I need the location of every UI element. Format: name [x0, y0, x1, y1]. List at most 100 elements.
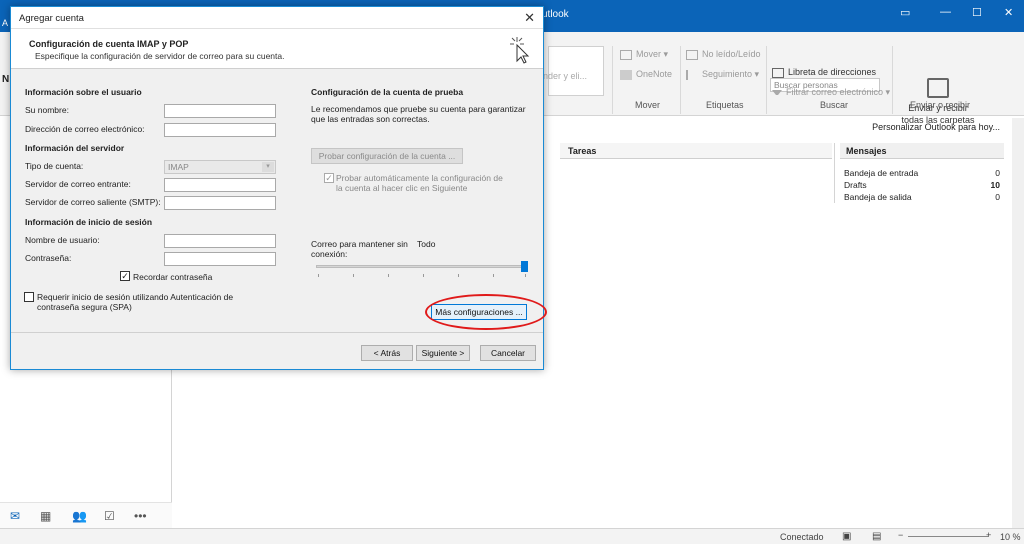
- offline-mail-label-line2: conexión:: [311, 249, 348, 259]
- address-book-icon: [772, 67, 784, 78]
- slider-tick: [525, 274, 526, 277]
- remember-password-label: Recordar contraseña: [133, 272, 213, 282]
- section-login-info: Información de inicio de sesión: [25, 217, 153, 227]
- incoming-server-label: Servidor de correo entrante:: [25, 179, 131, 189]
- ribbon-tags-group: No leído/Leído Seguimiento ▾: [686, 44, 761, 84]
- tasks-panel-header: Tareas: [560, 143, 832, 159]
- calendar-icon[interactable]: ▦: [40, 509, 51, 523]
- slider-tick: [388, 274, 389, 277]
- ribbon-mover-group: Mover ▾ OneNote: [620, 44, 672, 84]
- messages-list: Bandeja de entrada 0 Drafts 10 Bandeja de …: [840, 167, 1004, 203]
- dialog-header: Configuración de cuenta IMAP y POP Espec…: [11, 29, 543, 69]
- slider-tick: [353, 274, 354, 277]
- group-label-buscar: Buscar: [820, 100, 849, 110]
- cursor-click-icon: [510, 37, 530, 64]
- zoom-out-icon[interactable]: −: [898, 530, 903, 540]
- group-label-mover: Mover: [635, 100, 661, 110]
- chevron-down-icon: ▾: [262, 162, 274, 172]
- spa-label-line1: Requerir inicio de sesión utilizando Aut…: [37, 292, 234, 302]
- offline-mail-slider[interactable]: [316, 265, 528, 268]
- cancel-button[interactable]: Cancelar: [480, 345, 536, 361]
- followup-button[interactable]: Seguimiento ▾: [686, 64, 761, 84]
- spa-checkbox[interactable]: [24, 292, 34, 302]
- auto-test-label-line1: Probar automáticamente la configuración …: [336, 173, 503, 183]
- auto-test-checkbox[interactable]: ✓: [324, 173, 334, 183]
- group-label-etiquetas: Etiquetas: [706, 100, 744, 110]
- maximize-icon[interactable]: ☐: [972, 6, 982, 19]
- dialog-footer-divider: [11, 332, 543, 333]
- status-bar: Conectado ▣ ▤ − + 10 %: [0, 528, 1024, 544]
- account-type-select[interactable]: IMAP ▾: [164, 160, 276, 174]
- zoom-level: 10 %: [1000, 532, 1021, 542]
- more-options-icon[interactable]: •••: [134, 509, 147, 523]
- reply-delete-label: onder y eli...: [538, 71, 588, 81]
- onenote-button[interactable]: OneNote: [620, 64, 672, 84]
- navigation-bar: ✉ ▦ 👥 ☑ •••: [0, 502, 172, 528]
- mail-icon[interactable]: ✉: [10, 509, 20, 523]
- list-item[interactable]: Bandeja de salida 0: [840, 191, 1004, 203]
- username-field[interactable]: [164, 234, 276, 248]
- outgoing-server-label: Servidor de correo saliente (SMTP):: [25, 197, 161, 207]
- tasks-icon[interactable]: ☑: [104, 509, 115, 523]
- email-field[interactable]: [164, 123, 276, 137]
- mover-button[interactable]: Mover ▾: [620, 44, 672, 64]
- auto-test-label-line2: la cuenta al hacer clic en Siguiente: [336, 183, 468, 193]
- minimize-icon[interactable]: —: [940, 6, 951, 18]
- ribbon-separator: [680, 46, 681, 114]
- password-label: Contraseña:: [25, 253, 72, 263]
- ribbon-separator: [766, 46, 767, 114]
- ribbon-separator: [612, 46, 613, 114]
- highlight-ellipse: [425, 294, 547, 330]
- address-book-button[interactable]: Libreta de direcciones: [772, 62, 890, 82]
- incoming-server-field[interactable]: [164, 178, 276, 192]
- close-icon[interactable]: ✕: [524, 10, 535, 26]
- email-label: Dirección de correo electrónico:: [25, 124, 145, 134]
- offline-mail-slider-thumb[interactable]: [521, 261, 528, 272]
- move-icon: [620, 49, 632, 60]
- test-account-button[interactable]: Probar configuración de la cuenta ...: [311, 148, 463, 164]
- folder-pane-letter: N: [2, 74, 10, 85]
- test-description-line1: Le recomendamos que pruebe su cuenta par…: [311, 104, 526, 114]
- zoom-in-icon[interactable]: +: [986, 530, 991, 540]
- remember-password-checkbox[interactable]: ✓: [120, 271, 130, 281]
- slider-tick: [493, 274, 494, 277]
- account-type-label: Tipo de cuenta:: [25, 161, 84, 171]
- list-item[interactable]: Bandeja de entrada 0: [840, 167, 1004, 179]
- close-icon[interactable]: ✕: [1004, 6, 1013, 19]
- normal-view-icon[interactable]: ▣: [842, 531, 851, 542]
- back-button[interactable]: < Atrás: [361, 345, 413, 361]
- test-description-line2: que las entradas son correctas.: [311, 114, 430, 124]
- panel-divider: [834, 143, 835, 203]
- slider-tick: [318, 274, 319, 277]
- zoom-slider[interactable]: [908, 536, 988, 537]
- list-item[interactable]: Drafts 10: [840, 179, 1004, 191]
- offline-mail-label-line1: Correo para mantener sin: [311, 239, 408, 249]
- vertical-scrollbar[interactable]: [1012, 118, 1024, 528]
- add-account-dialog: Agregar cuenta ✕ Configuración de cuenta…: [10, 6, 547, 370]
- tab-letter: A: [2, 18, 9, 28]
- name-label: Su nombre:: [25, 105, 69, 115]
- spa-label-line2: contraseña segura (SPA): [37, 302, 132, 312]
- ribbon-separator: [892, 46, 893, 114]
- unread-read-button[interactable]: No leído/Leído: [686, 44, 761, 64]
- outgoing-server-field[interactable]: [164, 196, 276, 210]
- filter-icon: [772, 90, 782, 96]
- people-icon[interactable]: 👥: [72, 509, 87, 523]
- offline-mail-value: Todo: [417, 239, 436, 249]
- onenote-icon: [620, 69, 632, 80]
- personalize-link[interactable]: Personalizar Outlook para hoy...: [872, 122, 1000, 132]
- password-field[interactable]: [164, 252, 276, 266]
- reading-view-icon[interactable]: ▤: [872, 531, 881, 542]
- header-title: Configuración de cuenta IMAP y POP: [29, 39, 189, 49]
- connection-status: Conectado: [780, 532, 824, 542]
- name-field[interactable]: [164, 104, 276, 118]
- header-subtitle: Especifique la configuración de servidor…: [35, 51, 285, 61]
- filter-email-button[interactable]: Filtrar correo electrónico ▾: [772, 82, 890, 102]
- flag-icon: [686, 69, 698, 80]
- username-label: Nombre de usuario:: [25, 235, 100, 245]
- messages-panel-header: Mensajes: [840, 143, 1004, 159]
- restore-icon[interactable]: ▭: [900, 6, 910, 19]
- ribbon-find-group: Libreta de direcciones Filtrar correo el…: [772, 62, 890, 102]
- envelope-icon: [686, 49, 698, 60]
- next-button[interactable]: Siguiente >: [416, 345, 470, 361]
